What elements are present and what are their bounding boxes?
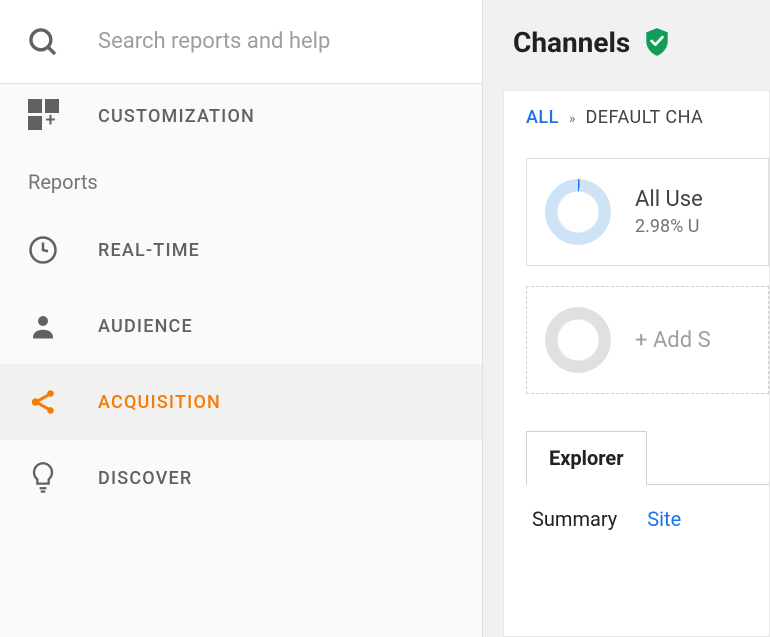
donut-empty-icon	[545, 307, 611, 373]
tab-explorer[interactable]: Explorer	[526, 431, 647, 486]
acquisition-icon	[28, 387, 58, 417]
segment-title: All Use	[635, 187, 703, 212]
customization-icon	[28, 101, 58, 131]
search-icon	[26, 25, 60, 59]
segment-text: All Use 2.98% U	[635, 187, 703, 237]
tabs-row: Explorer	[526, 430, 769, 485]
page-title: Channels	[513, 26, 630, 59]
nav-acquisition[interactable]: ACQUISITION	[0, 364, 482, 440]
search-row	[0, 0, 482, 84]
nav-label: AUDIENCE	[98, 316, 193, 337]
breadcrumb-all[interactable]: ALL	[526, 107, 559, 128]
section-header-reports: Reports	[0, 148, 482, 212]
nav-customization[interactable]: CUSTOMIZATION	[0, 84, 482, 148]
nav-label: CUSTOMIZATION	[98, 106, 255, 127]
donut-chart-icon	[545, 179, 611, 245]
nav-real-time[interactable]: REAL-TIME	[0, 212, 482, 288]
breadcrumb-current: DEFAULT CHA	[585, 107, 703, 128]
person-icon	[28, 311, 58, 341]
nav-audience[interactable]: AUDIENCE	[0, 288, 482, 364]
breadcrumb: ALL » DEFAULT CHA	[504, 91, 769, 158]
page-header: Channels	[483, 0, 770, 84]
subtab-summary[interactable]: Summary	[532, 507, 617, 531]
breadcrumb-separator: »	[569, 111, 576, 127]
subtabs: Summary Site	[526, 485, 769, 541]
shield-check-icon	[644, 27, 670, 57]
app-root: CUSTOMIZATION Reports REAL-TIME AUDIENCE	[0, 0, 770, 637]
sidebar: CUSTOMIZATION Reports REAL-TIME AUDIENCE	[0, 0, 483, 637]
subtab-site-usage[interactable]: Site	[647, 507, 681, 531]
search-input[interactable]	[98, 29, 456, 54]
report-card: ALL » DEFAULT CHA All Use 2.98% U + Add …	[503, 90, 770, 637]
clock-icon	[28, 235, 58, 265]
add-segment-label: + Add S	[635, 328, 711, 353]
main-area: Channels ALL » DEFAULT CHA All Use 2.98%…	[483, 0, 770, 637]
segment-all-users[interactable]: All Use 2.98% U	[526, 158, 769, 266]
nav-label: REAL-TIME	[98, 240, 200, 261]
nav-label: DISCOVER	[98, 468, 192, 489]
nav-label: ACQUISITION	[98, 392, 221, 413]
bulb-icon	[28, 463, 58, 493]
add-segment-button[interactable]: + Add S	[526, 286, 769, 394]
nav-discover[interactable]: DISCOVER	[0, 440, 482, 516]
segment-subtitle: 2.98% U	[635, 216, 703, 237]
